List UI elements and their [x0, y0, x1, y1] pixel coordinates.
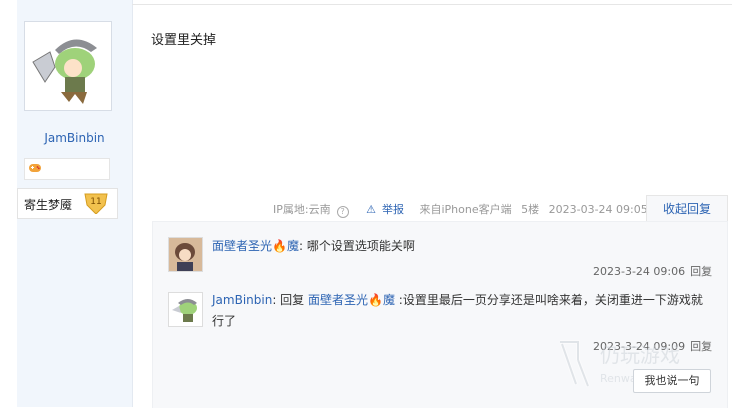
fire-icon: 🔥 [368, 293, 383, 307]
reply-avatar-image [169, 293, 202, 326]
reply-text: JamBinbin: 回复 面壁者圣光🔥魔 :设置里最后一页分享还是叫啥来着，关… [212, 293, 703, 328]
report-label: 举报 [381, 203, 404, 216]
author-level-badge[interactable]: 寄生梦魇 11 [17, 188, 118, 219]
fire-icon: 🔥 [272, 239, 287, 253]
author-username[interactable]: JamBinbin [17, 131, 132, 145]
reply-text: 面壁者圣光🔥魔: 哪个设置选项能关啊 [212, 239, 415, 253]
say-something-button[interactable]: 我也说一句 [633, 369, 711, 393]
svg-text:仍玩游戏: 仍玩游戏 [600, 343, 680, 367]
collapse-replies-button[interactable]: 收起回复 [646, 195, 728, 223]
reply-timestamp: 2023-3-24 09:06 回复 [593, 265, 713, 278]
client-source: 来自iPhone客户端 [419, 203, 512, 216]
reply-avatar[interactable] [168, 292, 203, 327]
svg-text:11: 11 [90, 197, 101, 207]
warning-icon: ⚠ [366, 203, 376, 216]
top-divider [132, 4, 732, 5]
floor-number: 5楼 [521, 203, 540, 216]
reply-username[interactable]: JamBinbin [212, 293, 272, 307]
author-avatar[interactable] [24, 21, 112, 111]
reply-username[interactable]: 面壁者圣光🔥魔 [212, 239, 299, 253]
reply-button[interactable]: 回复 [690, 265, 712, 278]
reply-target-username[interactable]: 面壁者圣光🔥魔 [308, 293, 395, 307]
gamepad-icon [29, 164, 41, 172]
level-shield-icon: 11 [84, 193, 108, 214]
help-icon[interactable]: ? [336, 206, 349, 218]
reply-avatar-image [169, 238, 202, 271]
avatar-image [25, 22, 111, 110]
post-meta: IP属地:云南? ⚠ 举报 来自iPhone客户端 5楼 2023-03-24 0… [273, 201, 654, 218]
report-link[interactable]: ⚠ 举报 [366, 203, 410, 216]
reply-avatar[interactable] [168, 237, 203, 272]
post-content: 设置里关掉 [151, 33, 217, 48]
post-datetime: 2023-03-24 09:05 [548, 203, 648, 216]
author-badge-bar [24, 158, 110, 180]
ip-location: IP属地:云南 [273, 203, 331, 216]
level-name: 寄生梦魇 [24, 198, 73, 212]
